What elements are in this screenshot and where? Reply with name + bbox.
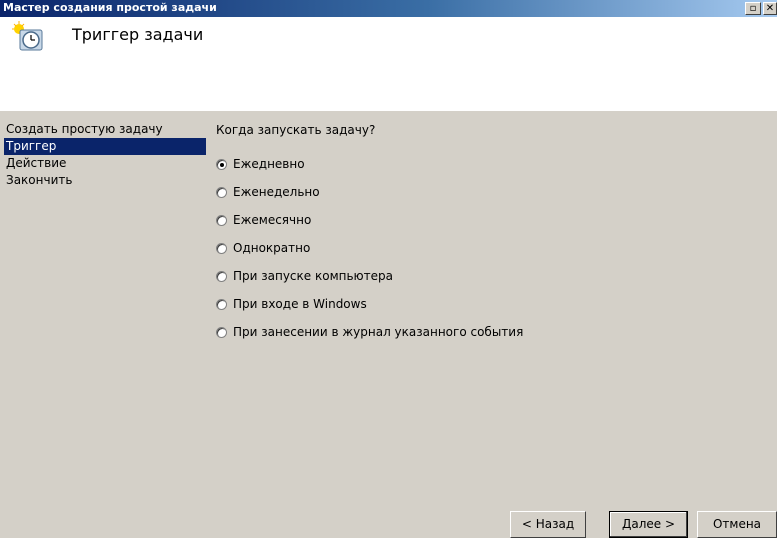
option-label: При входе в Windows [233,297,367,311]
option-at-logon[interactable]: При входе в Windows [216,290,523,318]
option-label: Еженедельно [233,185,320,199]
step-action[interactable]: Действие [4,155,204,172]
option-label: Ежемесячно [233,213,312,227]
page-title: Триггер задачи [72,25,204,44]
step-create-task[interactable]: Создать простую задачу [4,121,204,138]
radio-daily[interactable] [216,158,227,170]
option-monthly[interactable]: Ежемесячно [216,206,523,234]
next-button[interactable]: Далее > [609,511,688,538]
option-on-event[interactable]: При занесении в журнал указанного событи… [216,318,523,346]
option-label: При запуске компьютера [233,269,393,283]
radio-weekly[interactable] [216,186,227,198]
step-finish[interactable]: Закончить [4,172,204,189]
option-at-startup[interactable]: При запуске компьютера [216,262,523,290]
restore-button[interactable]: ▫ [745,2,761,15]
trigger-panel: Когда запускать задачу? [216,122,375,139]
option-label: При занесении в журнал указанного событи… [233,325,524,339]
back-button[interactable]: < Назад [510,511,586,538]
clock-icon [12,21,43,51]
radio-at-startup[interactable] [216,270,227,282]
radio-monthly[interactable] [216,214,227,226]
option-once[interactable]: Однократно [216,234,523,262]
option-weekly[interactable]: Еженедельно [216,178,523,206]
option-label: Однократно [233,241,311,255]
radio-at-logon[interactable] [216,298,227,310]
radio-on-event[interactable] [216,326,227,338]
title-bar[interactable]: Мастер создания простой задачи ▫ ✕ [0,0,777,17]
step-trigger[interactable]: Триггер [4,138,206,155]
wizard-steps: Создать простую задачу Триггер Действие … [4,121,206,189]
trigger-options: Ежедневно Еженедельно Ежемесячно Однокра… [216,150,523,346]
question-label: Когда запускать задачу? [216,123,376,137]
window-title: Мастер создания простой задачи [3,1,217,14]
close-button[interactable]: ✕ [763,2,777,15]
wizard-header: Триггер задачи [0,17,777,111]
option-label: Ежедневно [233,157,305,171]
cancel-button[interactable]: Отмена [697,511,777,538]
radio-once[interactable] [216,242,227,254]
option-daily[interactable]: Ежедневно [216,150,523,178]
